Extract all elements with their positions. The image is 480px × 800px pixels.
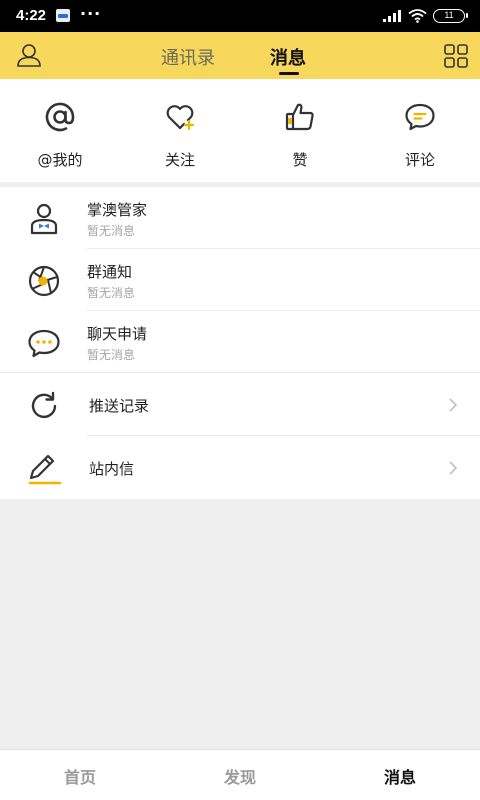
quick-action-label: @我的 xyxy=(37,151,83,169)
battery-icon: 11 xyxy=(433,9,468,23)
quick-action-mentions[interactable]: @我的 xyxy=(0,79,120,182)
list-item-title: 掌澳管家 xyxy=(87,201,148,219)
signal-icon xyxy=(383,10,401,22)
list-item-title: 群通知 xyxy=(87,263,133,281)
list-item-title: 推送记录 xyxy=(89,397,150,415)
list-item-group-notice[interactable]: 群通知 暂无消息 xyxy=(0,249,480,311)
status-dots: ··· xyxy=(80,4,102,23)
wifi-icon xyxy=(408,9,427,23)
bottom-nav: 首页 发现 消息 xyxy=(0,749,480,800)
notification-app-icon xyxy=(56,9,70,22)
user-icon[interactable] xyxy=(16,42,42,68)
refresh-icon xyxy=(31,391,57,419)
butler-icon xyxy=(30,203,58,235)
quick-actions: @我的 关注 赞 评论 xyxy=(0,79,480,182)
comment-icon xyxy=(405,103,435,131)
list-item-push-records[interactable]: 推送记录 xyxy=(0,374,480,436)
status-bar: 4:22 ··· 11 xyxy=(0,0,480,32)
at-icon xyxy=(45,102,75,132)
list-item-title: 站内信 xyxy=(89,460,135,478)
nav-messages[interactable]: 消息 xyxy=(320,764,480,788)
quick-action-label: 赞 xyxy=(292,151,308,169)
active-tab-indicator xyxy=(279,72,299,75)
divider xyxy=(0,372,480,373)
status-time: 4:22 xyxy=(16,7,47,24)
list-item-subtitle: 暂无消息 xyxy=(87,286,136,300)
quick-action-likes[interactable]: 赞 xyxy=(240,79,360,182)
list-item-subtitle: 暂无消息 xyxy=(87,224,136,238)
quick-action-comments[interactable]: 评论 xyxy=(360,79,480,182)
heart-plus-icon xyxy=(166,105,195,131)
chevron-right-icon xyxy=(449,461,458,475)
grid-icon[interactable] xyxy=(444,44,468,68)
list-item-butler[interactable]: 掌澳管家 暂无消息 xyxy=(0,187,480,249)
list-item-inbox[interactable]: 站内信 xyxy=(0,437,480,499)
tab-contacts[interactable]: 通讯录 xyxy=(161,44,215,70)
quick-action-label: 评论 xyxy=(404,151,435,169)
message-list: 掌澳管家 暂无消息 群通知 暂无消息 聊天申请 暂无消息 推送记录 站内信 xyxy=(0,187,480,499)
quick-action-label: 关注 xyxy=(164,151,195,169)
aperture-icon xyxy=(28,265,60,297)
divider xyxy=(87,435,480,436)
list-item-chat-request[interactable]: 聊天申请 暂无消息 xyxy=(0,311,480,373)
chat-bubble-icon xyxy=(28,329,60,358)
list-item-subtitle: 暂无消息 xyxy=(87,348,136,362)
header-bar: 通讯录 消息 xyxy=(0,32,480,79)
list-item-title: 聊天申请 xyxy=(87,325,148,343)
chevron-right-icon xyxy=(449,398,458,412)
thumbs-up-icon xyxy=(285,103,314,131)
tab-messages[interactable]: 消息 xyxy=(270,44,306,70)
pencil-icon xyxy=(28,454,62,485)
nav-home[interactable]: 首页 xyxy=(0,764,160,788)
nav-discover[interactable]: 发现 xyxy=(160,764,320,788)
quick-action-follow[interactable]: 关注 xyxy=(120,79,240,182)
